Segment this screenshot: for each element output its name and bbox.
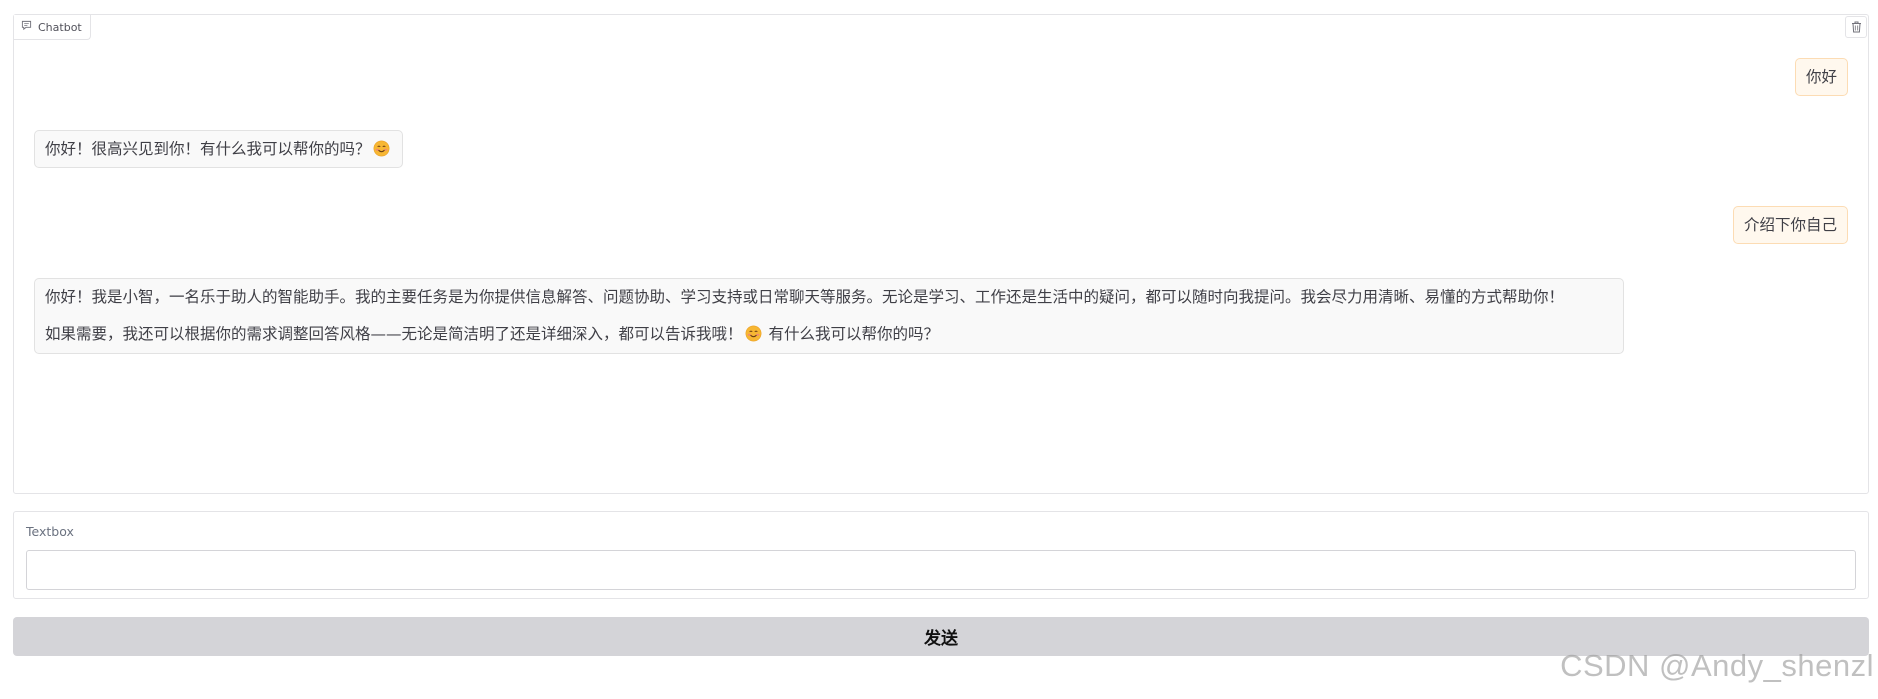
message-text: 有什么我可以帮你的吗？ <box>768 325 939 344</box>
textbox-label: Textbox <box>26 524 74 539</box>
message-input[interactable] <box>26 550 1856 590</box>
bot-message: 你好！我是小智，一名乐于助人的智能助手。我的主要任务是为你提供信息解答、问题协助… <box>34 278 1624 354</box>
page: Chatbot 你好 你好！很高兴见到你！有什么我可以帮你的吗？ 介绍下你自己 … <box>0 0 1878 699</box>
message-text: 介绍下你自己 <box>1743 216 1837 234</box>
textbox-panel: Textbox <box>13 511 1869 599</box>
message-text: 如果需要，我还可以根据你的需求调整回答风格——无论是简洁明了还是详细深入，都可以… <box>45 325 743 344</box>
chatbot-label: Chatbot <box>14 15 91 40</box>
smiling-face-icon <box>745 325 762 342</box>
message-paragraph: 你好！我是小智，一名乐于助人的智能助手。我的主要任务是为你提供信息解答、问题协助… <box>45 288 1565 306</box>
chatbot-label-text: Chatbot <box>38 20 82 34</box>
watermark: CSDN @Andy_shenzl <box>1560 648 1874 683</box>
chatbot-panel: Chatbot 你好 你好！很高兴见到你！有什么我可以帮你的吗？ 介绍下你自己 … <box>13 14 1869 494</box>
clear-chat-button[interactable] <box>1845 16 1867 38</box>
message-paragraph: 如果需要，我还可以根据你的需求调整回答风格——无论是简洁明了还是详细深入，都可以… <box>45 323 1613 345</box>
trash-icon <box>1851 18 1862 37</box>
bot-message: 你好！很高兴见到你！有什么我可以帮你的吗？ <box>34 130 403 169</box>
smiling-face-icon <box>373 140 390 157</box>
message-text: 你好 <box>1805 68 1837 86</box>
user-message: 你好 <box>1794 58 1848 97</box>
message-text: 你好！很高兴见到你！有什么我可以帮你的吗？ <box>45 140 371 158</box>
user-message: 介绍下你自己 <box>1732 206 1848 245</box>
chat-bubble-icon <box>21 20 32 34</box>
